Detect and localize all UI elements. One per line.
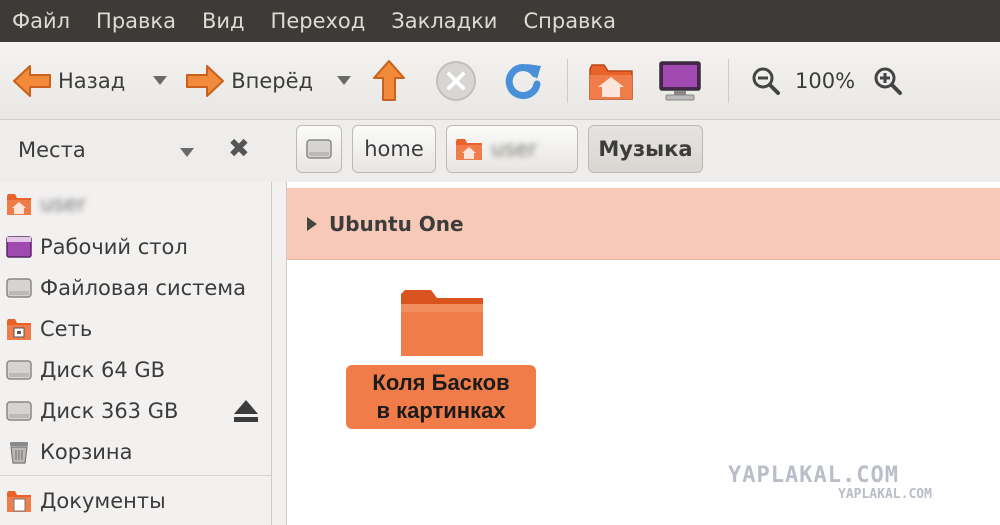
zoom-out-icon — [752, 67, 781, 95]
menu-view[interactable]: Вид — [189, 0, 258, 42]
folder-label-line1: Коля Басков — [372, 370, 510, 395]
folder-label[interactable]: Коля Басков в картинках — [346, 365, 536, 429]
up-button[interactable] — [371, 51, 407, 111]
trash-icon — [10, 442, 28, 464]
sidebar-item-documents[interactable]: Документы — [0, 481, 272, 521]
zoom-out-button[interactable] — [751, 51, 781, 111]
zoom-in-button[interactable] — [873, 51, 903, 111]
computer-button[interactable] — [658, 51, 702, 111]
forward-label: Вперёд — [231, 68, 314, 93]
folder-icon[interactable] — [399, 286, 485, 358]
back-button[interactable]: Назад — [10, 51, 125, 111]
places-dropdown-icon[interactable] — [180, 148, 194, 157]
sidebar: user Рабочий стол Файловая система Сеть … — [0, 182, 272, 525]
reload-icon — [505, 63, 542, 99]
sidebar-item-network[interactable]: Сеть — [0, 309, 272, 349]
menu-help[interactable]: Справка — [510, 0, 629, 42]
sidebar-item-label: Документы — [40, 489, 166, 513]
home-folder-icon — [7, 194, 31, 215]
forward-button[interactable]: Вперёд — [183, 51, 313, 111]
sidebar-item-label: Сеть — [40, 317, 93, 341]
drive-icon — [6, 401, 32, 421]
forward-dropdown-icon[interactable] — [337, 76, 352, 85]
watermark-large: YAPLAKAL.COM — [728, 463, 899, 488]
forward-arrow-icon — [186, 64, 225, 97]
sidebar-item-label: Рабочий стол — [40, 235, 188, 259]
eject-icon[interactable] — [232, 398, 260, 424]
desktop-icon — [6, 236, 32, 258]
computer-icon — [659, 60, 701, 100]
stop-button[interactable] — [435, 51, 477, 111]
toolbar: Назад Вперёд 100% — [0, 42, 1000, 120]
breadcrumb-home[interactable]: home — [352, 125, 436, 173]
network-icon — [7, 319, 31, 340]
menu-go[interactable]: Переход — [258, 0, 379, 42]
back-label: Назад — [58, 68, 126, 93]
stop-icon — [436, 60, 477, 101]
sidebar-item-desktop[interactable]: Рабочий стол — [0, 227, 272, 267]
reload-button[interactable] — [503, 51, 543, 111]
menu-bar: Файл Правка Вид Переход Закладки Справка — [0, 0, 1000, 42]
documents-icon — [7, 491, 31, 512]
home-folder-icon — [456, 139, 482, 160]
folder-label-line2: в картинках — [376, 398, 506, 423]
sidebar-item-disk-363[interactable]: Диск 363 GB — [0, 391, 272, 431]
zoom-in-icon — [874, 67, 903, 95]
breadcrumb-user-label: user — [491, 137, 537, 161]
home-button[interactable] — [588, 51, 634, 111]
breadcrumb-filesystem[interactable] — [296, 125, 342, 173]
sidebar-item-label: Файловая система — [40, 276, 247, 300]
drive-icon — [306, 139, 332, 159]
drive-icon — [6, 278, 32, 298]
sidebar-divider — [0, 475, 272, 476]
back-arrow-icon — [13, 64, 51, 97]
sidebar-item-disk-64[interactable]: Диск 64 GB — [0, 350, 272, 390]
drive-icon — [6, 360, 32, 380]
sidebar-item-trash[interactable]: Корзина — [0, 432, 272, 472]
toolbar-separator — [567, 58, 569, 103]
ubuntu-one-banner[interactable]: Ubuntu One — [287, 188, 1000, 260]
breadcrumb-current[interactable]: Музыка — [588, 125, 703, 173]
sidebar-item-label: Корзина — [40, 440, 133, 464]
menu-bookmarks[interactable]: Закладки — [378, 0, 510, 42]
sidebar-item-home[interactable]: user — [0, 184, 272, 224]
home-folder-icon — [589, 63, 633, 100]
toolbar-separator — [728, 58, 730, 103]
breadcrumb-user[interactable]: user — [446, 125, 578, 173]
sidebar-item-filesystem[interactable]: Файловая система — [0, 268, 272, 308]
sidebar-item-label: user — [40, 192, 86, 216]
ubuntu-one-label: Ubuntu One — [329, 211, 464, 236]
menu-file[interactable]: Файл — [0, 0, 83, 42]
back-dropdown-icon[interactable] — [153, 76, 168, 85]
places-label[interactable]: Места — [18, 138, 86, 162]
sidebar-item-label: Диск 64 GB — [40, 358, 166, 382]
menu-edit[interactable]: Правка — [83, 0, 189, 42]
watermark-small: YAPLAKAL.COM — [838, 487, 932, 502]
close-sidebar-icon[interactable]: ✖ — [228, 134, 250, 164]
sidebar-item-label: Диск 363 GB — [40, 399, 179, 423]
expand-arrow-icon[interactable] — [307, 216, 317, 231]
up-arrow-icon — [373, 59, 406, 101]
zoom-level: 100% — [795, 68, 856, 93]
